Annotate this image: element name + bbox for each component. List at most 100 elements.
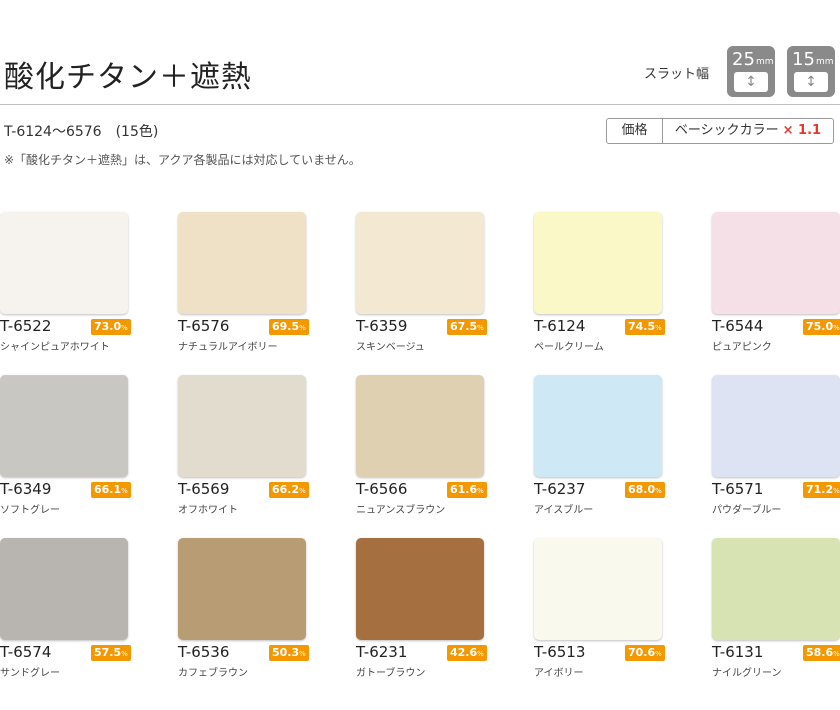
- solar-reflectance-unit: %: [477, 487, 484, 495]
- price-category: ベーシックカラー: [674, 123, 779, 138]
- slat-width-25-badge: 25 mm ↕: [727, 46, 775, 97]
- solar-reflectance-badge: 42.6%: [447, 645, 487, 661]
- price-multiplier: × 1.1: [782, 123, 822, 138]
- solar-reflectance-value: 75.0: [806, 320, 834, 333]
- solar-reflectance-badge: 69.5%: [269, 319, 309, 335]
- solar-reflectance-value: 69.5: [272, 320, 300, 333]
- solar-reflectance-unit: %: [299, 324, 306, 332]
- color-name: ソフトグレー: [0, 505, 60, 516]
- color-name: アイスブルー: [534, 505, 594, 516]
- solar-reflectance-unit: %: [833, 650, 840, 658]
- vertical-arrow-icon: ↕: [794, 72, 828, 92]
- color-code: T-6544: [712, 317, 764, 335]
- color-swatch: [178, 538, 306, 640]
- solar-reflectance-value: 67.5: [450, 320, 478, 333]
- price-value: ベーシックカラー × 1.1: [663, 119, 833, 143]
- color-swatch: [356, 538, 484, 640]
- color-swatch: [534, 538, 662, 640]
- color-code: T-6349: [0, 480, 52, 498]
- solar-reflectance-value: 58.6: [806, 646, 834, 659]
- color-code: T-6359: [356, 317, 408, 335]
- color-swatch-card: T-6536 50.3% カフェブラウン: [178, 538, 309, 679]
- color-code: T-6131: [712, 643, 764, 661]
- color-code: T-6574: [0, 643, 52, 661]
- color-swatch-card: T-6513 70.6% アイボリー: [534, 538, 665, 679]
- solar-reflectance-value: 57.5: [94, 646, 122, 659]
- solar-reflectance-value: 73.0: [94, 320, 122, 333]
- solar-reflectance-unit: %: [833, 324, 840, 332]
- header-divider: [0, 104, 840, 105]
- solar-reflectance-badge: 71.2%: [803, 482, 840, 498]
- solar-reflectance-value: 70.6: [628, 646, 656, 659]
- solar-reflectance-unit: %: [655, 487, 662, 495]
- solar-reflectance-badge: 73.0%: [91, 319, 131, 335]
- color-swatch: [0, 375, 128, 477]
- color-name: ナチュラルアイボリー: [178, 342, 278, 353]
- solar-reflectance-value: 71.2: [806, 483, 834, 496]
- color-swatch-card: T-6544 75.0% ピュアピンク: [712, 212, 840, 353]
- slat-width-15-badge: 15 mm ↕: [787, 46, 835, 97]
- solar-reflectance-badge: 75.0%: [803, 319, 840, 335]
- color-swatch: [178, 212, 306, 314]
- slat-width-label: スラット幅: [644, 67, 710, 82]
- color-swatch: [712, 375, 840, 477]
- color-swatch-card: T-6131 58.6% ナイルグリーン: [712, 538, 840, 679]
- compatibility-note: ※「酸化チタン＋遮熱」は、アクア各製品には対応していません。: [4, 153, 361, 167]
- color-name: カフェブラウン: [178, 668, 248, 679]
- color-code: T-6513: [534, 643, 586, 661]
- color-name: シャインピュアホワイト: [0, 342, 110, 353]
- slat-width-unit: mm: [816, 57, 834, 67]
- solar-reflectance-badge: 67.5%: [447, 319, 487, 335]
- color-code: T-6576: [178, 317, 230, 335]
- solar-reflectance-badge: 58.6%: [803, 645, 840, 661]
- solar-reflectance-badge: 68.0%: [625, 482, 665, 498]
- color-swatch-card: T-6522 73.0% シャインピュアホワイト: [0, 212, 131, 353]
- color-swatch: [0, 212, 128, 314]
- color-swatch: [178, 375, 306, 477]
- color-swatch: [534, 212, 662, 314]
- color-name: ニュアンスブラウン: [356, 505, 446, 516]
- solar-reflectance-value: 74.5: [628, 320, 656, 333]
- color-swatch-card: T-6576 69.5% ナチュラルアイボリー: [178, 212, 309, 353]
- color-swatch: [356, 212, 484, 314]
- solar-reflectance-unit: %: [477, 650, 484, 658]
- color-swatch-card: T-6571 71.2% パウダーブルー: [712, 375, 840, 516]
- price-label: 価格: [607, 119, 663, 143]
- color-code: T-6566: [356, 480, 408, 498]
- solar-reflectance-badge: 50.3%: [269, 645, 309, 661]
- color-name: ナイルグリーン: [712, 668, 782, 679]
- color-swatch: [534, 375, 662, 477]
- solar-reflectance-badge: 74.5%: [625, 319, 665, 335]
- page-title: 酸化チタン＋遮熱: [4, 60, 252, 95]
- slat-width-unit: mm: [756, 57, 774, 67]
- solar-reflectance-value: 66.2: [272, 483, 300, 496]
- solar-reflectance-badge: 61.6%: [447, 482, 487, 498]
- color-name: オフホワイト: [178, 505, 238, 516]
- slat-width-value: 25: [732, 49, 755, 70]
- color-swatch: [356, 375, 484, 477]
- color-swatch-card: T-6566 61.6% ニュアンスブラウン: [356, 375, 487, 516]
- solar-reflectance-unit: %: [121, 650, 128, 658]
- color-name: パウダーブルー: [712, 505, 782, 516]
- color-name: スキンベージュ: [356, 342, 425, 353]
- solar-reflectance-unit: %: [833, 487, 840, 495]
- solar-reflectance-badge: 70.6%: [625, 645, 665, 661]
- color-swatch-card: T-6569 66.2% オフホワイト: [178, 375, 309, 516]
- solar-reflectance-unit: %: [477, 324, 484, 332]
- color-range: T-6124～6576 (15色): [4, 124, 159, 140]
- color-code: T-6237: [534, 480, 586, 498]
- solar-reflectance-value: 42.6: [450, 646, 478, 659]
- solar-reflectance-unit: %: [655, 650, 662, 658]
- solar-reflectance-value: 66.1: [94, 483, 122, 496]
- color-swatch-card: T-6574 57.5% サンドグレー: [0, 538, 131, 679]
- price-box: 価格 ベーシックカラー × 1.1: [606, 118, 834, 144]
- color-code: T-6536: [178, 643, 230, 661]
- solar-reflectance-unit: %: [121, 487, 128, 495]
- solar-reflectance-badge: 57.5%: [91, 645, 131, 661]
- solar-reflectance-value: 68.0: [628, 483, 656, 496]
- solar-reflectance-unit: %: [121, 324, 128, 332]
- color-swatch-card: T-6124 74.5% ペールクリーム: [534, 212, 665, 353]
- color-name: ガトーブラウン: [356, 668, 426, 679]
- color-swatch: [712, 538, 840, 640]
- color-code: T-6569: [178, 480, 230, 498]
